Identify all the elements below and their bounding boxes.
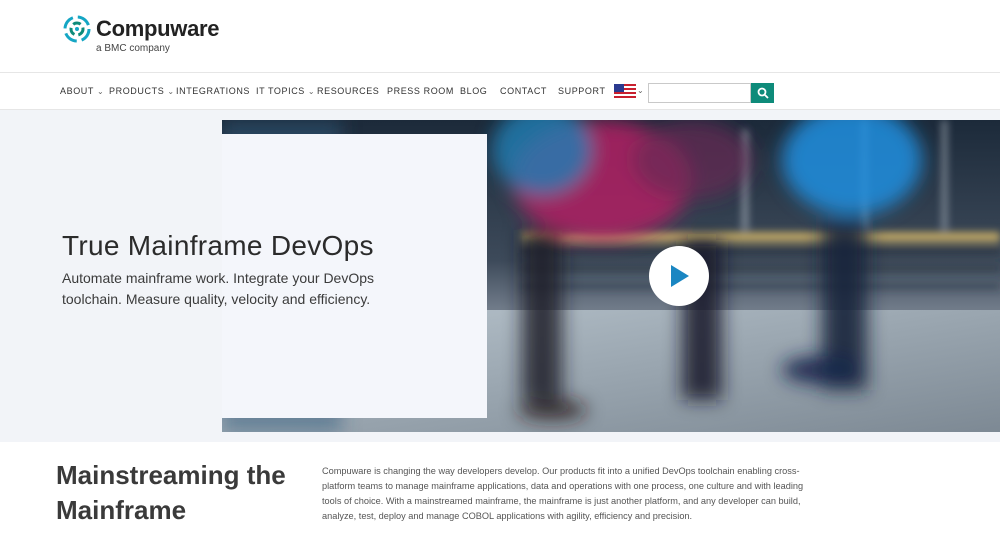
hero-subtitle: Automate mainframe work. Integrate your … bbox=[62, 270, 375, 307]
nav-item-integrations[interactable]: INTEGRATIONS bbox=[176, 86, 250, 96]
search-icon bbox=[757, 87, 769, 99]
nav-item-support[interactable]: SUPPORT bbox=[558, 86, 606, 96]
nav-item-label: IT TOPICS bbox=[256, 86, 305, 96]
hero-title: True Mainframe DevOps bbox=[62, 230, 374, 261]
nav-item-label: PRODUCTS bbox=[109, 86, 165, 96]
nav-item-press-room[interactable]: PRESS ROOM bbox=[387, 86, 454, 96]
nav-item-it-topics[interactable]: IT TOPICS ⌄ bbox=[256, 86, 315, 96]
site-header: Compuware a BMC company bbox=[0, 0, 1000, 72]
search-button[interactable] bbox=[751, 83, 774, 103]
search-input[interactable] bbox=[648, 83, 751, 103]
play-video-button[interactable] bbox=[649, 246, 709, 306]
nav-item-label: INTEGRATIONS bbox=[176, 86, 251, 96]
main-nav: ABOUT ⌄ PRODUCTS ⌄ INTEGRATIONS IT TOPICS ⌄… bbox=[0, 72, 1000, 110]
section-body: Compuware is changing the way developers… bbox=[322, 466, 804, 521]
compuware-logo[interactable]: Compuware a BMC company bbox=[62, 14, 232, 60]
nav-item-label: ABOUT bbox=[60, 86, 95, 96]
nav-item-blog[interactable]: BLOG bbox=[460, 86, 487, 96]
brand-name: Compuware bbox=[96, 16, 220, 41]
nav-item-label: BLOG bbox=[460, 86, 488, 96]
nav-item-about[interactable]: ABOUT ⌄ bbox=[60, 86, 104, 96]
nav-item-contact[interactable]: CONTACT bbox=[500, 86, 547, 96]
chevron-down-icon: ⌄ bbox=[167, 87, 175, 96]
nav-item-products[interactable]: PRODUCTS ⌄ bbox=[109, 86, 175, 96]
brand-tagline: a BMC company bbox=[96, 43, 170, 54]
nav-item-label: RESOURCES bbox=[317, 86, 380, 96]
compuware-logo-icon bbox=[63, 15, 91, 43]
play-icon bbox=[671, 265, 689, 287]
section-heading: Mainstreaming the Mainframe bbox=[56, 460, 286, 525]
nav-item-label: SUPPORT bbox=[558, 86, 606, 96]
nav-item-label: CONTACT bbox=[500, 86, 548, 96]
us-flag-icon[interactable] bbox=[614, 84, 636, 98]
chevron-down-icon: ⌄ bbox=[307, 87, 316, 96]
nav-item-label: PRESS ROOM bbox=[387, 86, 455, 96]
nav-item-resources[interactable]: RESOURCES bbox=[317, 86, 379, 96]
chevron-down-icon: ⌄ bbox=[97, 87, 105, 96]
language-chevron-down-icon[interactable]: ⌄ bbox=[637, 86, 644, 95]
